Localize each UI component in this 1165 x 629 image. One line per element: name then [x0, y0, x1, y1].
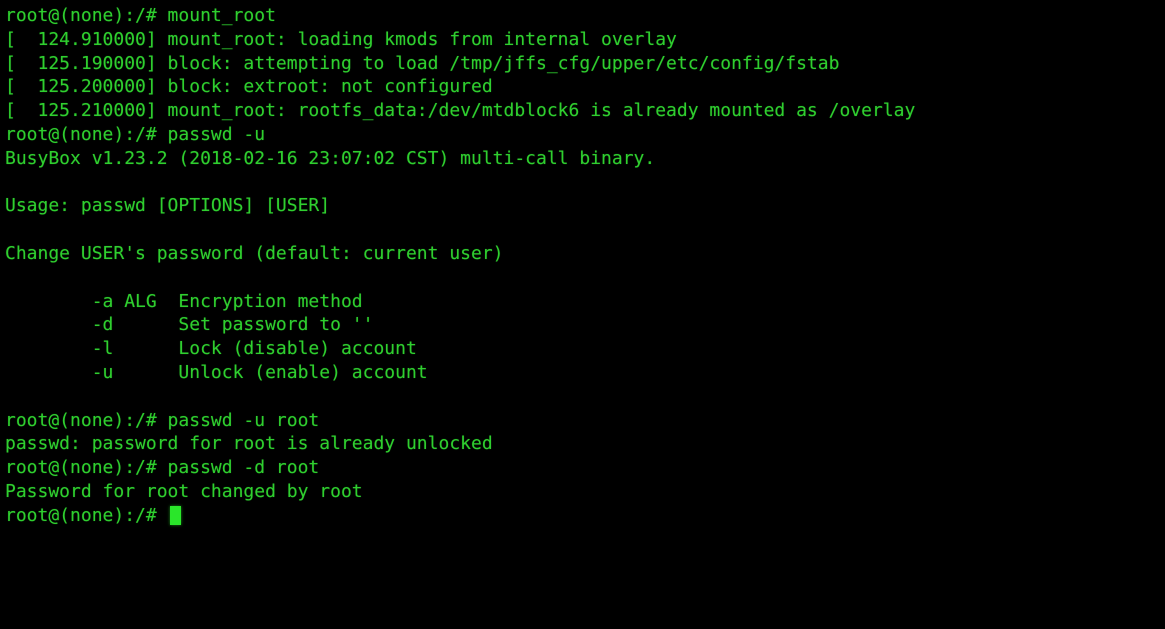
terminal-line: Usage: passwd [OPTIONS] [USER]	[5, 195, 331, 217]
terminal-line: -u Unlock (enable) account	[5, 361, 428, 383]
terminal-line: root@(none):/# passwd -u root	[5, 409, 320, 431]
block-cursor-icon	[169, 506, 181, 526]
terminal-line: root@(none):/# mount_root	[5, 5, 276, 26]
terminal-line: [ 125.210000] mount_root: rootfs_data:/d…	[5, 100, 916, 122]
terminal-line: [ 125.200000] block: extroot: not config…	[5, 76, 493, 98]
terminal-line: root@(none):/# passwd -u	[5, 123, 266, 145]
terminal-line: -a ALG Encryption method	[5, 290, 363, 312]
terminal-screen[interactable]: root@(none):/# mount_root [ 124.910000] …	[0, 0, 1165, 629]
terminal-line: [ 125.190000] block: attempting to load …	[5, 52, 840, 74]
terminal-line: passwd: password for root is already unl…	[5, 433, 493, 455]
shell-prompt: root@(none):/#	[5, 504, 168, 526]
terminal-line: Password for root changed by root	[5, 480, 363, 502]
terminal-line: -d Set password to ''	[5, 314, 374, 336]
terminal-line: root@(none):/# passwd -d root	[5, 457, 320, 479]
terminal-line: [ 124.910000] mount_root: loading kmods …	[5, 28, 677, 50]
terminal-line: -l Lock (disable) account	[5, 338, 417, 360]
terminal-line: Change USER's password (default: current…	[5, 242, 504, 264]
terminal-line: BusyBox v1.23.2 (2018-02-16 23:07:02 CST…	[5, 147, 656, 169]
terminal-input-line[interactable]: root@(none):/#	[5, 504, 1165, 528]
